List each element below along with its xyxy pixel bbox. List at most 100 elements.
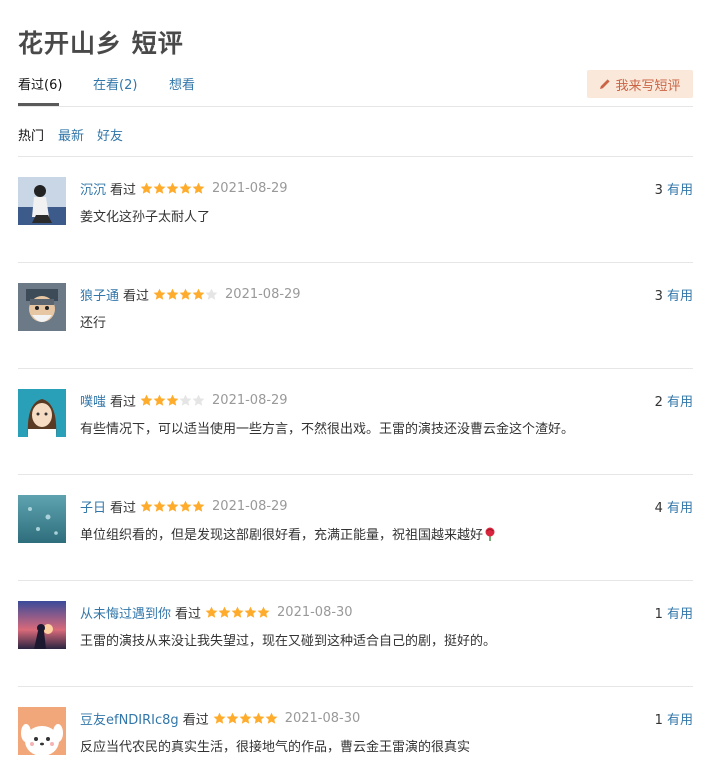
comment-item: 从未悔过遇到你 看过 2021-08-30 1 有用 王雷的演技从来没让我失望过… <box>18 581 693 687</box>
watch-status: 看过 <box>175 607 202 622</box>
rating-stars <box>153 288 218 301</box>
write-review-button[interactable]: 我来写短评 <box>587 70 693 98</box>
vote-count: 1 <box>654 713 663 728</box>
comment-date: 2021-08-29 <box>212 393 288 408</box>
user-name[interactable]: 从未悔过遇到你 <box>80 603 171 622</box>
avatar[interactable] <box>18 283 66 331</box>
star-filled-icon <box>179 500 192 512</box>
star-filled-icon <box>166 394 179 406</box>
useful-button[interactable]: 有用 <box>667 501 693 516</box>
useful-votes: 3 有用 <box>655 285 693 304</box>
comment-text: 姜文化这孙子太耐人了 <box>80 210 211 225</box>
star-filled-icon <box>153 394 166 406</box>
watch-status: 看过 <box>110 183 137 198</box>
star-filled-icon <box>226 712 239 724</box>
useful-button[interactable]: 有用 <box>667 713 693 728</box>
star-filled-icon <box>192 182 205 194</box>
rating-stars <box>140 500 205 513</box>
avatar[interactable] <box>18 389 66 437</box>
user-name[interactable]: 子日 <box>80 497 106 516</box>
avatar[interactable] <box>18 601 66 649</box>
comment-item: 狼子通 看过 2021-08-29 3 有用 还行 <box>18 263 693 369</box>
useful-button[interactable]: 有用 <box>667 607 693 622</box>
comment-item: 沉沉 看过 2021-08-29 3 有用 姜文化这孙子太耐人了 <box>18 157 693 263</box>
tab-watched[interactable]: 看过(6) <box>18 74 62 93</box>
star-filled-icon <box>140 182 153 194</box>
watch-status: 看过 <box>182 713 209 728</box>
vote-count: 2 <box>654 395 663 410</box>
star-filled-icon <box>239 712 252 724</box>
vote-count: 4 <box>654 501 663 516</box>
user-name[interactable]: 狼子通 <box>80 285 119 304</box>
avatar[interactable] <box>18 177 66 225</box>
comment-item: 噗嗤 看过 2021-08-29 2 有用 有些情况下，可以适当使用一些方言，不… <box>18 369 693 475</box>
star-filled-icon <box>153 500 166 512</box>
tab-want-to-watch[interactable]: 想看 <box>169 74 195 93</box>
watch-status: 看过 <box>123 289 150 304</box>
avatar[interactable] <box>18 707 66 755</box>
star-filled-icon <box>153 182 166 194</box>
filter-friends[interactable]: 好友 <box>97 125 123 144</box>
star-empty-icon <box>192 394 205 406</box>
star-filled-icon <box>179 182 192 194</box>
star-filled-icon <box>252 712 265 724</box>
star-filled-icon <box>179 288 192 300</box>
vote-count: 3 <box>654 183 663 198</box>
write-review-label: 我来写短评 <box>615 78 681 94</box>
comment-item: 豆友efNDIRIc8g 看过 2021-08-30 1 有用 反应当代农民的真… <box>18 687 693 779</box>
useful-button[interactable]: 有用 <box>667 289 693 304</box>
star-filled-icon <box>213 712 226 724</box>
comment-date: 2021-08-30 <box>277 605 353 620</box>
useful-votes: 4 有用 <box>655 497 693 516</box>
star-filled-icon <box>192 288 205 300</box>
rating-stars <box>205 606 270 619</box>
comment-date: 2021-08-30 <box>284 711 361 726</box>
rating-stars <box>213 712 278 725</box>
star-empty-icon <box>179 394 192 406</box>
comment-text: 有些情况下，可以适当使用一些方言，不然很出戏。王雷的演技还没曹云金这个渣好。 <box>80 422 575 437</box>
user-name[interactable]: 沉沉 <box>80 179 106 198</box>
star-filled-icon <box>153 288 166 300</box>
rating-stars <box>140 394 205 407</box>
comment-date: 2021-08-29 <box>212 499 288 514</box>
status-tabs: 看过(6) 在看(2) 想看 我来写短评 <box>18 70 693 107</box>
filter-hot[interactable]: 热门 <box>18 125 44 144</box>
comment-text: 还行 <box>80 316 107 331</box>
comment-text: 王雷的演技从来没让我失望过，现在又碰到这种适合自己的剧，挺好的。 <box>80 634 497 649</box>
watch-status: 看过 <box>110 501 137 516</box>
star-filled-icon <box>231 606 244 618</box>
user-name[interactable]: 噗嗤 <box>80 391 106 410</box>
star-filled-icon <box>244 606 257 618</box>
rating-stars <box>140 182 205 195</box>
avatar[interactable] <box>18 495 66 543</box>
useful-button[interactable]: 有用 <box>667 183 693 198</box>
pencil-icon <box>600 79 611 89</box>
star-filled-icon <box>192 500 205 512</box>
star-filled-icon <box>257 606 270 618</box>
comment-date: 2021-08-29 <box>225 287 301 302</box>
user-name[interactable]: 豆友efNDIRIc8g <box>80 709 179 728</box>
comment-date: 2021-08-29 <box>212 181 288 196</box>
tab-watching[interactable]: 在看(2) <box>93 74 137 93</box>
comment-item: 子日 看过 2021-08-29 4 有用 单位组织看的，但是发现这部剧很好看，… <box>18 475 693 581</box>
useful-votes: 3 有用 <box>655 179 693 198</box>
useful-votes: 1 有用 <box>655 603 693 622</box>
sort-filters: 热门 最新 好友 <box>18 123 693 157</box>
star-filled-icon <box>166 500 179 512</box>
useful-button[interactable]: 有用 <box>667 395 693 410</box>
page-title: 花开山乡 短评 <box>18 29 184 58</box>
star-filled-icon <box>140 394 153 406</box>
star-filled-icon <box>166 288 179 300</box>
comment-text-body: 单位组织看的，但是发现这部剧很好看，充满正能量，祝祖国越来越好 <box>80 528 484 543</box>
star-filled-icon <box>265 712 278 724</box>
vote-count: 1 <box>654 607 663 622</box>
star-filled-icon <box>166 182 179 194</box>
rose-icon <box>485 527 495 541</box>
useful-votes: 1 有用 <box>655 709 693 728</box>
filter-latest[interactable]: 最新 <box>58 125 84 144</box>
vote-count: 3 <box>654 289 663 304</box>
comment-text: 单位组织看的，但是发现这部剧很好看，充满正能量，祝祖国越来越好 <box>80 524 496 543</box>
watch-status: 看过 <box>110 395 137 410</box>
star-filled-icon <box>218 606 231 618</box>
star-filled-icon <box>140 500 153 512</box>
